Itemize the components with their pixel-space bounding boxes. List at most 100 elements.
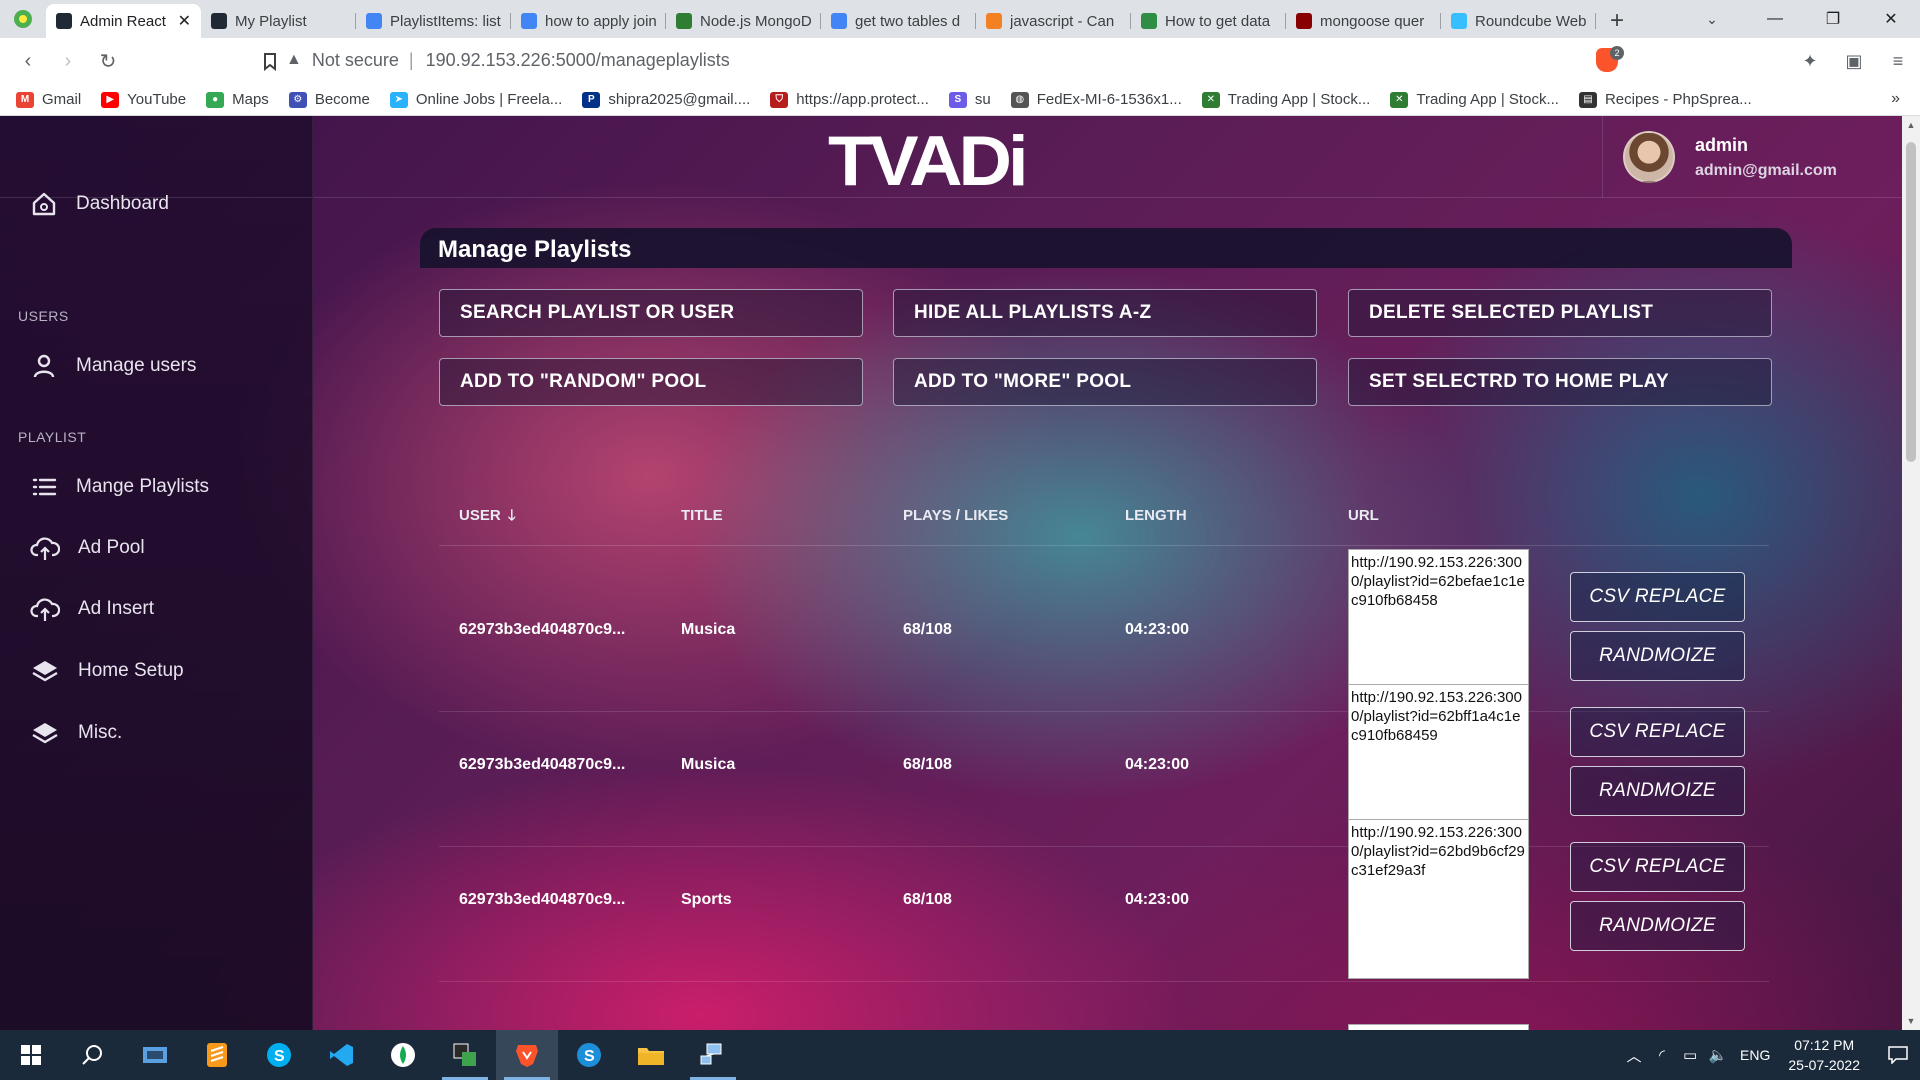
column-header-length[interactable]: LENGTH — [1125, 486, 1187, 546]
bookmark-item[interactable]: ✕ Trading App | Stock... — [1201, 91, 1370, 108]
mongodb-compass-icon[interactable] — [372, 1030, 434, 1080]
scroll-down-icon[interactable]: ▼ — [1902, 1012, 1920, 1030]
add-to-more-pool-button[interactable]: ADD TO "MORE" POOL — [893, 358, 1317, 406]
sidebar-item-home-setup[interactable]: Home Setup — [30, 657, 184, 685]
extensions-puzzle-icon[interactable]: ✦ — [1788, 38, 1832, 84]
bookmark-item[interactable]: ⛉ https://app.protect... — [770, 91, 929, 108]
chevron-up-icon[interactable]: ︿ — [1620, 1045, 1648, 1066]
browser-tab[interactable]: get two tables d — [821, 4, 976, 38]
bookmark-item[interactable]: Ssu — [948, 91, 991, 108]
browser-tab[interactable]: Admin React ✕ — [46, 4, 201, 38]
column-header-title[interactable]: TITLE — [681, 486, 723, 546]
sidebar-section-users: USERS — [18, 308, 69, 324]
bookmark-page-icon[interactable] — [250, 42, 290, 82]
bookmark-favicon-icon: ➤ — [389, 91, 408, 108]
column-header-url[interactable]: URL — [1348, 486, 1379, 546]
url-text[interactable]: 190.92.153.226:5000/manageplaylists — [426, 50, 730, 71]
file-explorer-icon[interactable] — [620, 1030, 682, 1080]
page-scrollbar[interactable]: ▲ ▼ — [1902, 116, 1920, 1030]
reload-icon[interactable]: ↻ — [88, 41, 128, 81]
skype-business-icon[interactable]: S — [558, 1030, 620, 1080]
skype-icon[interactable]: S — [248, 1030, 310, 1080]
new-tab-button[interactable]: + — [1596, 4, 1638, 38]
file-transfer-app-icon[interactable] — [124, 1030, 186, 1080]
translator-app-icon[interactable] — [434, 1030, 496, 1080]
bookmark-item[interactable]: ➤ Online Jobs | Freela... — [389, 91, 562, 108]
forward-arrow-icon[interactable]: › — [48, 41, 88, 81]
scrollbar-thumb[interactable] — [1906, 142, 1916, 462]
battery-icon[interactable]: ▭ — [1676, 1046, 1704, 1064]
browser-tab[interactable]: mongoose quer — [1286, 4, 1441, 38]
sidebar-item-ad-insert[interactable]: Ad Insert — [30, 595, 154, 623]
windows-start-icon[interactable] — [0, 1030, 62, 1080]
bookmark-item[interactable]: M Gmail — [16, 91, 81, 108]
menu-kebab-icon[interactable]: ≡ — [1876, 38, 1920, 84]
add-to-random-pool-button[interactable]: ADD TO "RANDOM" POOL — [439, 358, 863, 406]
set-selected-home-play-button[interactable]: SET SELECTRD TO HOME PLAY — [1348, 358, 1772, 406]
bookmark-favicon-icon: ⚙ — [288, 91, 307, 108]
search-playlist-button[interactable]: SEARCH PLAYLIST OR USER — [439, 289, 863, 337]
url-bar[interactable]: ▲ Not secure | 190.92.153.226:5000/manag… — [286, 42, 1586, 78]
browser-tab[interactable]: Roundcube Web — [1441, 4, 1596, 38]
bookmarks-overflow-icon[interactable]: » — [1891, 90, 1900, 108]
wifi-icon[interactable]: ◜ — [1648, 1046, 1676, 1064]
browser-tab[interactable]: how to apply join — [511, 4, 666, 38]
browser-tab[interactable]: PlaylistItems: list — [356, 4, 511, 38]
minimize-icon[interactable]: — — [1746, 0, 1804, 38]
table-row[interactable]: 62973b3ed404870c9... Sports 68/108 04:23:00… — [439, 817, 1769, 982]
warning-icon[interactable]: ▲ — [286, 51, 302, 69]
column-header-plays-likes[interactable]: PLAYS / LIKES — [903, 486, 1008, 546]
language-indicator[interactable]: ENG — [1740, 1047, 1770, 1063]
bookmark-item[interactable]: ✕ Trading App | Stock... — [1390, 91, 1559, 108]
vscode-icon[interactable] — [310, 1030, 372, 1080]
avatar[interactable] — [1623, 131, 1675, 183]
csv-replace-button[interactable]: CSV REPLACE — [1570, 572, 1745, 622]
tab-close-icon[interactable]: ✕ — [178, 11, 191, 31]
browser-tab[interactable]: My Playlist — [201, 4, 356, 38]
tab-favicon-icon — [521, 13, 537, 29]
playlist-url-field[interactable]: http://190.92.153.226:3000/playlist?id=6… — [1348, 819, 1529, 979]
sidebar-item-manage-users[interactable]: Manage users — [30, 352, 196, 380]
sort-down-arrow-icon[interactable]: 🡓 — [508, 507, 516, 524]
randomize-button[interactable]: RANDMOIZE — [1570, 901, 1745, 951]
sidebar-item-label: Dashboard — [76, 193, 169, 214]
toolbar-actions: ✦ ▣ ≡ — [1788, 38, 1920, 84]
bookmark-item[interactable]: ⚙ Become — [288, 91, 370, 108]
close-window-icon[interactable]: ✕ — [1862, 0, 1920, 38]
bookmark-item[interactable]: ◍ FedEx-MI-6-1536x1... — [1010, 91, 1182, 108]
browser-tab[interactable]: How to get data — [1131, 4, 1286, 38]
volume-muted-icon[interactable]: 🔈 — [1704, 1046, 1732, 1064]
column-header-user[interactable]: USER 🡓 — [459, 486, 516, 546]
bookmark-item[interactable]: ● Maps — [206, 91, 269, 108]
notification-icon[interactable] — [1876, 1030, 1920, 1080]
browser-tab[interactable]: javascript - Can — [976, 4, 1131, 38]
csv-replace-button[interactable]: CSV REPLACE — [1570, 707, 1745, 757]
sidebar-item-manage-playlists[interactable]: Mange Playlists — [30, 473, 209, 501]
sidebar-item-misc[interactable]: Misc. — [30, 719, 122, 747]
randomize-button[interactable]: RANDMOIZE — [1570, 766, 1745, 816]
bookmark-item[interactable]: Pshipra2025@gmail.... — [582, 91, 750, 108]
csv-replace-button[interactable]: CSV REPLACE — [1570, 842, 1745, 892]
brave-browser-icon[interactable] — [496, 1030, 558, 1080]
delete-selected-playlist-button[interactable]: DELETE SELECTED PLAYLIST — [1348, 289, 1772, 337]
search-icon[interactable] — [62, 1030, 124, 1080]
randomize-button[interactable]: RANDMOIZE — [1570, 631, 1745, 681]
security-status[interactable]: Not secure — [312, 50, 399, 71]
hide-all-playlists-button[interactable]: HIDE ALL PLAYLISTS A-Z — [893, 289, 1317, 337]
browser-tab[interactable]: Node.js MongoDB — [666, 4, 821, 38]
browser-profile-icon[interactable] — [0, 0, 46, 38]
cloud-upload-icon — [30, 598, 60, 621]
tab-search-chevron-icon[interactable]: ⌄ — [1692, 0, 1732, 38]
user-profile[interactable]: admin admin@gmail.com — [1602, 116, 1902, 198]
back-arrow-icon[interactable]: ‹ — [8, 41, 48, 81]
bookmark-item[interactable]: ▶ YouTube — [101, 91, 186, 108]
restore-icon[interactable]: ❐ — [1804, 0, 1862, 38]
network-app-icon[interactable] — [682, 1030, 744, 1080]
system-clock[interactable]: 07:12 PM 25-07-2022 — [1788, 1035, 1860, 1075]
sublime-text-icon[interactable] — [186, 1030, 248, 1080]
sidebar-item-ad-pool[interactable]: Ad Pool — [30, 534, 145, 562]
bookmark-item[interactable]: ▤ Recipes - PhpSprea... — [1578, 91, 1752, 108]
wallet-icon[interactable]: ▣ — [1832, 38, 1876, 84]
scroll-up-icon[interactable]: ▲ — [1902, 116, 1920, 134]
sidebar-item-dashboard[interactable]: Dashboard — [30, 190, 169, 218]
